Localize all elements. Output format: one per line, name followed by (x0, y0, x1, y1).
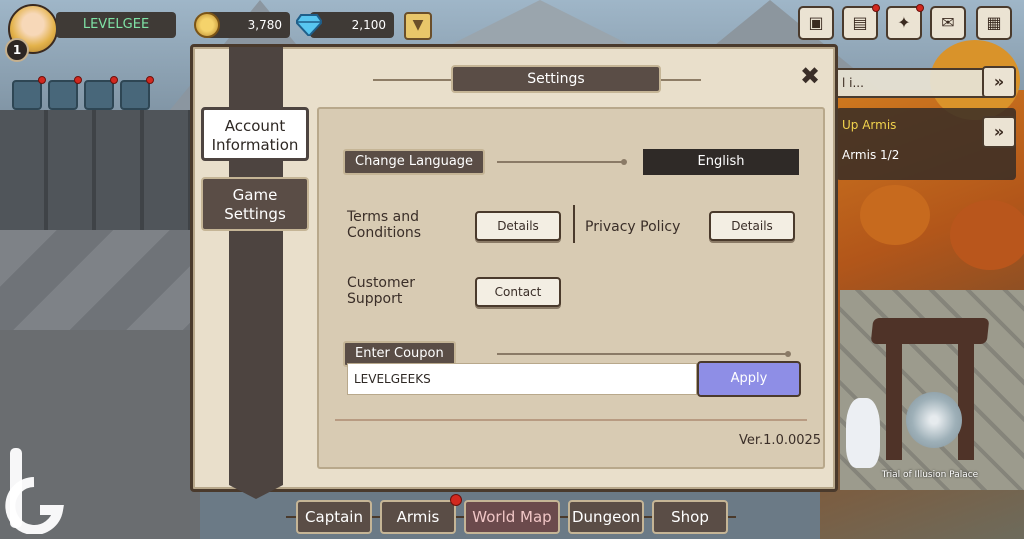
checklist-grid-icon[interactable]: ▦ (976, 6, 1012, 40)
coupon-input[interactable]: LEVELGEEKS (347, 363, 697, 395)
quest-title: Up Armis (842, 118, 897, 132)
diamond-icon (296, 14, 322, 36)
portal-swirl (906, 392, 962, 448)
title-divider (373, 79, 451, 81)
buff-icon[interactable] (12, 80, 42, 110)
gate-post (886, 340, 902, 460)
gate-post (958, 340, 974, 460)
settings-content-panel: Change Language English Terms and Condit… (317, 107, 825, 469)
player-name: LEVELGEE (56, 12, 176, 38)
section-divider-dot (621, 159, 627, 165)
tab-label: Account (224, 117, 286, 135)
notification-dot (916, 4, 924, 12)
buff-icon[interactable] (48, 80, 78, 110)
terms-details-button[interactable]: Details (475, 211, 561, 241)
mail-icon[interactable]: ✉ (930, 6, 966, 40)
terms-label: Terms and Conditions (347, 209, 421, 241)
buff-icon[interactable] (120, 80, 150, 110)
title-divider (661, 79, 701, 81)
chevron-down-icon[interactable]: ▼ (404, 12, 432, 40)
nav-shop[interactable]: Shop (652, 500, 728, 534)
notification-dot (146, 76, 154, 84)
section-divider (497, 353, 787, 355)
notification-dot (872, 4, 880, 12)
modal-title: Settings (451, 65, 661, 93)
support-label-line: Support (347, 291, 403, 307)
tab-label: Settings (224, 205, 286, 223)
nav-armis[interactable]: Armis (380, 500, 456, 534)
terms-label-line: Conditions (347, 225, 422, 241)
side-search-text: l i... (842, 76, 864, 90)
fox-npc (846, 398, 880, 468)
tab-label: Game (232, 186, 278, 204)
apply-button[interactable]: Apply (697, 361, 801, 397)
illusion-palace-gate[interactable]: Trial of Illusion Palace (870, 300, 990, 480)
support-label: Customer Support (347, 275, 415, 307)
gold-amount: 3,780 (247, 18, 282, 32)
tab-game-settings[interactable]: Game Settings (201, 177, 309, 231)
nav-captain[interactable]: Captain (296, 500, 372, 534)
gold-coin-icon (194, 12, 220, 38)
language-select[interactable]: English (643, 149, 799, 175)
nav-dungeon[interactable]: Dungeon (568, 500, 644, 534)
version-label: Ver.1.0.0025 (739, 433, 822, 448)
close-icon[interactable]: ✖ (797, 63, 823, 89)
castle-wall (0, 110, 200, 240)
privacy-label: Privacy Policy (585, 219, 681, 235)
settings-modal: Settings ✖ Account Information Game Sett… (190, 44, 838, 499)
notification-dot (74, 76, 82, 84)
gem-amount: 2,100 (351, 18, 386, 32)
level-badge: 1 (5, 38, 29, 62)
levelgeeks-logo-watermark (5, 448, 64, 534)
side-search-strip[interactable]: l i... (836, 68, 986, 98)
buff-icon[interactable] (84, 80, 114, 110)
briefcase-icon[interactable]: ▣ (798, 6, 834, 40)
section-divider-dot (785, 351, 791, 357)
contact-button[interactable]: Contact (475, 277, 561, 307)
quest-arrow-icon[interactable]: » (982, 116, 1016, 148)
tree (950, 200, 1024, 270)
footer-divider (335, 419, 807, 421)
support-label-line: Customer (347, 275, 416, 291)
quest-progress: Armis 1/2 (842, 148, 900, 162)
nav-world-map[interactable]: World Map (464, 500, 560, 534)
tree (860, 185, 930, 245)
notification-dot (110, 76, 118, 84)
notification-dot (450, 494, 462, 506)
section-divider (497, 161, 623, 163)
vertical-divider (573, 205, 575, 243)
gate-label: Trial of Illusion Palace (881, 470, 979, 480)
expand-arrow-icon[interactable]: » (982, 66, 1016, 98)
notification-dot (38, 76, 46, 84)
privacy-details-button[interactable]: Details (709, 211, 795, 241)
tab-account-information[interactable]: Account Information (201, 107, 309, 161)
tab-label: Information (211, 136, 299, 154)
gem-counter: 2,100 (310, 12, 394, 38)
terms-label-line: Terms and (347, 209, 420, 225)
change-language-header: Change Language (343, 149, 486, 175)
